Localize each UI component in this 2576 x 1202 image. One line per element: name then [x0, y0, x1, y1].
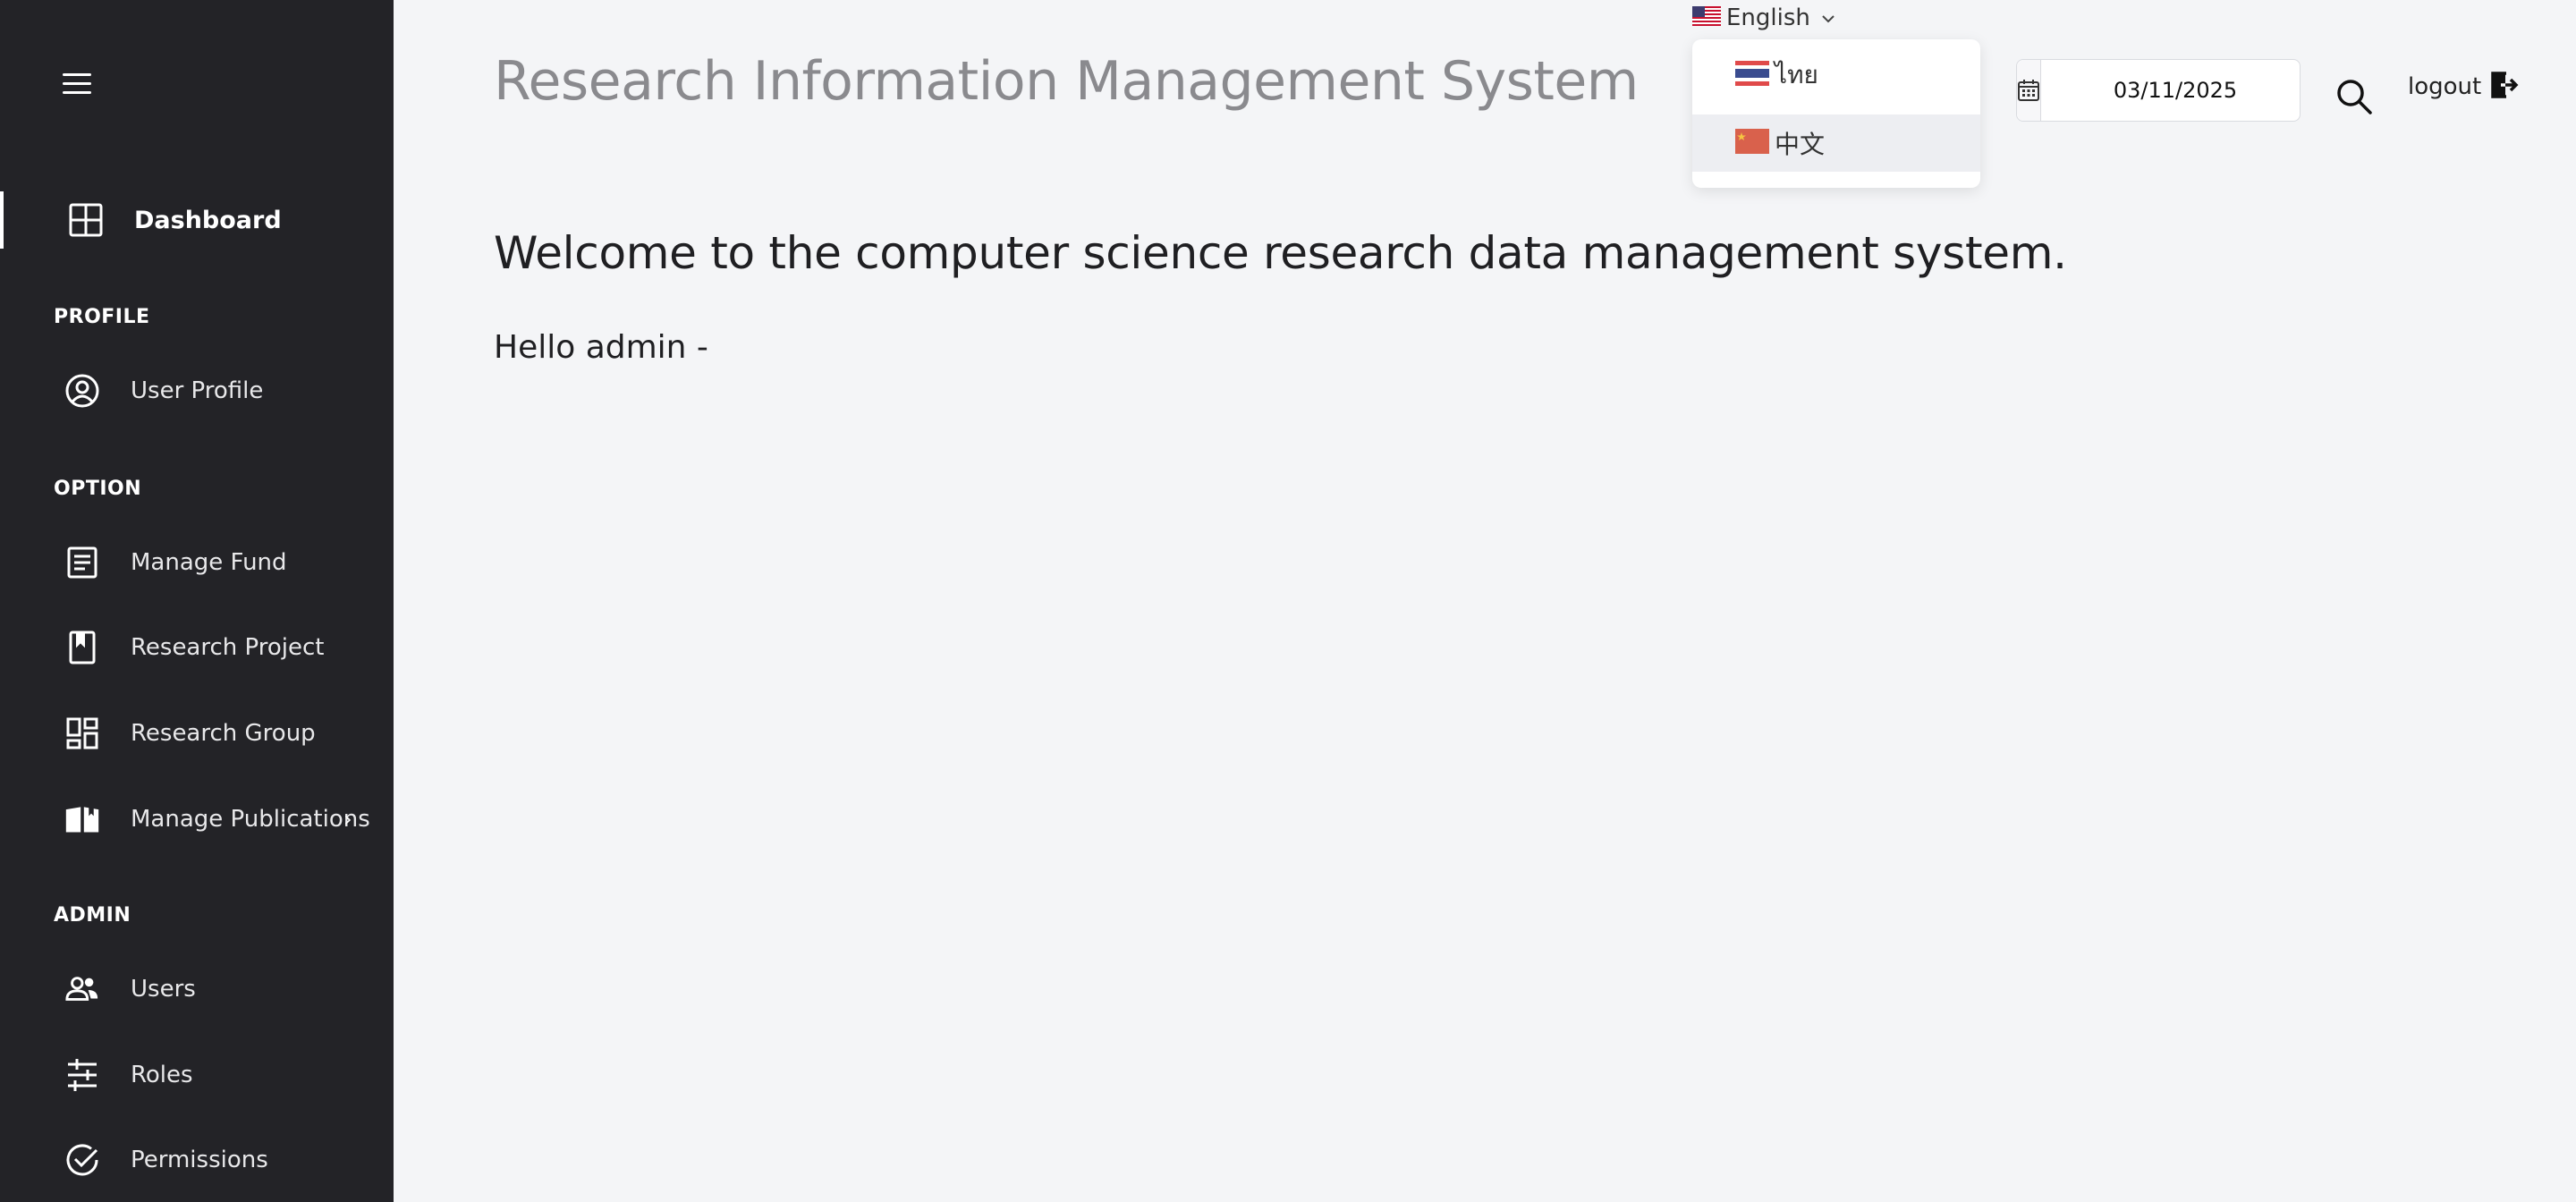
sidebar-item-research-project[interactable]: Research Project — [0, 619, 394, 676]
sidebar-item-label: Users — [131, 976, 196, 1003]
language-option-label: ไทย — [1775, 60, 1818, 89]
language-option-chinese[interactable]: 中文 — [1692, 114, 1980, 172]
section-heading-profile: PROFILE — [54, 306, 150, 328]
sidebar-item-label: Research Project — [131, 634, 325, 661]
sidebar-item-label: Research Group — [131, 720, 316, 747]
sidebar-item-users[interactable]: Users — [0, 961, 394, 1018]
welcome-heading: Welcome to the computer science research… — [494, 227, 2067, 279]
sidebar-item-dashboard[interactable]: Dashboard — [0, 191, 394, 249]
sidebar-item-label: Permissions — [131, 1147, 268, 1173]
sidebar-item-manage-publications[interactable]: Manage Publications › — [0, 791, 394, 848]
open-book-icon — [64, 801, 100, 837]
menu-toggle-icon[interactable] — [63, 72, 91, 97]
logout-icon — [2488, 70, 2519, 104]
bookmark-book-icon — [64, 630, 100, 665]
users-group-icon — [64, 971, 100, 1007]
sidebar-item-research-group[interactable]: Research Group — [0, 705, 394, 762]
logout-label: logout — [2408, 73, 2482, 100]
greeting-text: Hello admin - — [494, 329, 708, 366]
dashboard-grid-icon — [68, 202, 104, 238]
date-input[interactable] — [2041, 60, 2309, 121]
sidebar: Dashboard PROFILE User Profile OPTION Ma… — [0, 0, 394, 1202]
chevron-right-icon: › — [343, 807, 352, 832]
language-selector[interactable]: English — [1692, 0, 1835, 36]
document-icon — [64, 545, 100, 580]
language-option-thai[interactable]: ไทย — [1692, 47, 1980, 104]
sidebar-item-label: Roles — [131, 1062, 193, 1088]
sidebar-item-user-profile[interactable]: User Profile — [0, 362, 394, 419]
check-circle-icon — [64, 1142, 100, 1178]
thailand-flag-icon — [1735, 61, 1769, 89]
china-flag-icon — [1735, 129, 1769, 157]
user-circle-icon — [64, 373, 100, 409]
chevron-down-icon — [1821, 10, 1835, 27]
sidebar-item-roles[interactable]: Roles — [0, 1046, 394, 1104]
page-title: Research Information Management System — [494, 50, 1639, 113]
logout-button[interactable]: logout — [2408, 70, 2519, 104]
date-picker — [2016, 59, 2309, 122]
language-dropdown-menu: ไทย 中文 — [1692, 39, 1980, 188]
sidebar-item-permissions[interactable]: Permissions — [0, 1131, 394, 1189]
sidebar-item-manage-fund[interactable]: Manage Fund — [0, 534, 394, 591]
sidebar-item-label: Dashboard — [134, 206, 282, 234]
us-flag-icon — [1692, 6, 1721, 30]
dashboard-tiles-icon — [64, 715, 100, 751]
sidebar-item-label: Manage Fund — [131, 549, 287, 576]
language-selected-label: English — [1726, 4, 1810, 31]
section-heading-admin: ADMIN — [54, 904, 131, 927]
sidebar-item-label: User Profile — [131, 377, 264, 404]
sidebar-item-label: Manage Publications — [131, 806, 370, 833]
language-option-label: 中文 — [1775, 130, 1826, 159]
search-icon[interactable] — [2334, 77, 2374, 116]
calendar-icon[interactable] — [2017, 60, 2041, 121]
sliders-icon — [64, 1057, 100, 1093]
section-heading-option: OPTION — [54, 478, 142, 500]
